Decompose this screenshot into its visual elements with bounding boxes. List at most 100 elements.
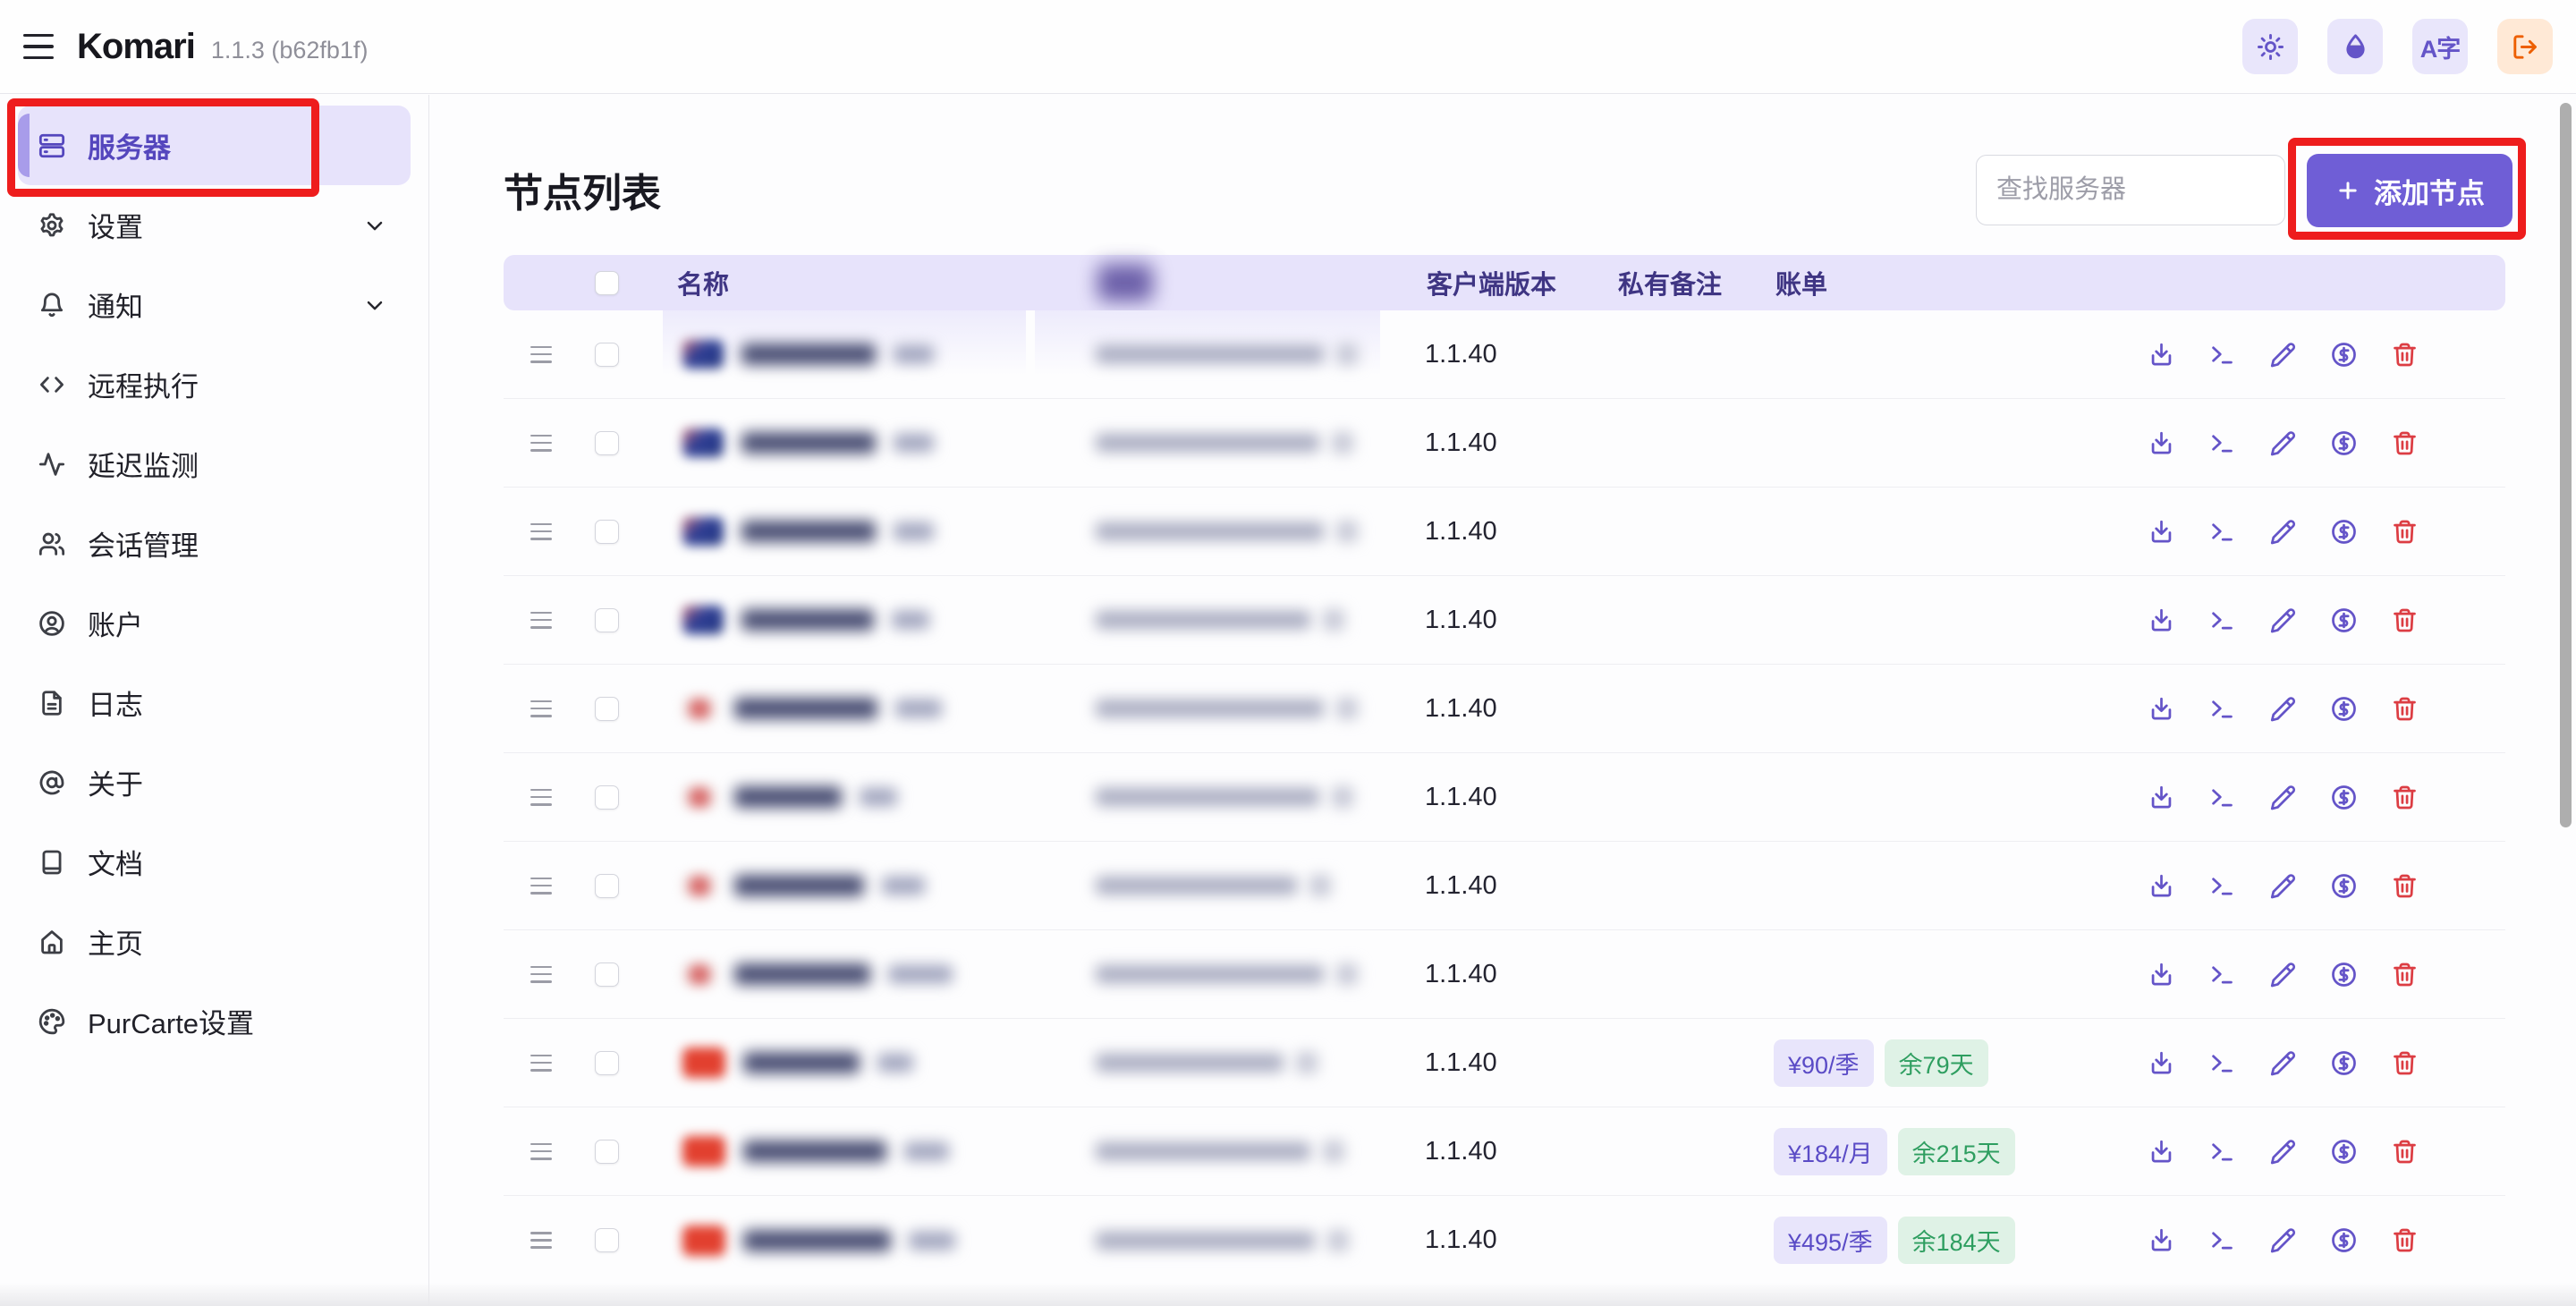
sidebar-item-7-file-text[interactable]: 日志 (18, 663, 411, 742)
billing-button[interactable] (2330, 1049, 2358, 1077)
theme-toggle-button[interactable] (2242, 19, 2298, 74)
row-checkbox[interactable] (595, 874, 619, 898)
download-node-button[interactable] (2148, 429, 2175, 457)
delete-node-button[interactable] (2391, 961, 2419, 988)
billing-button[interactable] (2330, 606, 2358, 634)
sidebar-item-1-settings[interactable]: 设置 (18, 185, 411, 265)
delete-node-button[interactable] (2391, 606, 2419, 634)
billing-button[interactable] (2330, 784, 2358, 811)
drag-handle[interactable] (530, 1143, 552, 1160)
row-checkbox[interactable] (595, 1140, 619, 1164)
sidebar-item-5-users[interactable]: 会话管理 (18, 504, 411, 583)
vertical-scrollbar[interactable] (2560, 103, 2572, 827)
add-node-button[interactable]: 添加节点 (2307, 154, 2512, 227)
drag-handle[interactable] (530, 789, 552, 806)
row-checkbox[interactable] (595, 520, 619, 544)
drag-handle[interactable] (530, 966, 552, 983)
delete-node-button[interactable] (2391, 341, 2419, 369)
drag-handle[interactable] (530, 878, 552, 895)
download-node-button[interactable] (2148, 784, 2175, 811)
drag-handle[interactable] (530, 346, 552, 363)
edit-node-button[interactable] (2269, 606, 2297, 634)
billing-button[interactable] (2330, 695, 2358, 723)
row-checkbox[interactable] (595, 608, 619, 632)
terminal-button[interactable] (2208, 695, 2236, 723)
billing-button[interactable] (2330, 1138, 2358, 1166)
hamburger-menu-icon[interactable] (23, 34, 54, 59)
edit-node-button[interactable] (2269, 518, 2297, 546)
drag-handle[interactable] (530, 1232, 552, 1249)
appearance-button[interactable] (2327, 19, 2383, 74)
billing-cell: ¥184/月 余215天 (1774, 1128, 2148, 1175)
edit-node-button[interactable] (2269, 1226, 2297, 1254)
billing-button[interactable] (2330, 341, 2358, 369)
delete-node-button[interactable] (2391, 518, 2419, 546)
delete-node-button[interactable] (2391, 429, 2419, 457)
row-checkbox[interactable] (595, 1051, 619, 1075)
edit-node-button[interactable] (2269, 429, 2297, 457)
terminal-button[interactable] (2208, 518, 2236, 546)
download-node-button[interactable] (2148, 872, 2175, 900)
download-node-button[interactable] (2148, 961, 2175, 988)
delete-node-button[interactable] (2391, 872, 2419, 900)
row-checkbox[interactable] (595, 697, 619, 721)
edit-node-button[interactable] (2269, 695, 2297, 723)
billing-button[interactable] (2330, 518, 2358, 546)
row-checkbox[interactable] (595, 963, 619, 987)
drag-handle[interactable] (530, 700, 552, 717)
language-button[interactable]: A字 (2412, 19, 2468, 74)
sidebar-item-8-at-sign[interactable]: 关于 (18, 742, 411, 822)
download-node-button[interactable] (2148, 1049, 2175, 1077)
sidebar-item-3-code[interactable]: 远程执行 (18, 344, 411, 424)
delete-node-button[interactable] (2391, 1138, 2419, 1166)
sidebar-item-11-palette[interactable]: PurCarte设置 (18, 981, 411, 1061)
terminal-button[interactable] (2208, 341, 2236, 369)
row-checkbox[interactable] (595, 431, 619, 455)
drag-handle[interactable] (530, 435, 552, 452)
delete-node-button[interactable] (2391, 1049, 2419, 1077)
edit-node-button[interactable] (2269, 1138, 2297, 1166)
download-node-button[interactable] (2148, 1226, 2175, 1254)
sidebar-item-9-book[interactable]: 文档 (18, 822, 411, 902)
node-ip-cell (1096, 609, 1425, 631)
terminal-button[interactable] (2208, 606, 2236, 634)
terminal-button[interactable] (2208, 429, 2236, 457)
select-all-checkbox[interactable] (595, 271, 619, 295)
download-node-button[interactable] (2148, 341, 2175, 369)
drag-handle[interactable] (530, 523, 552, 540)
billing-button[interactable] (2330, 1226, 2358, 1254)
sidebar-item-2-bell[interactable]: 通知 (18, 265, 411, 344)
terminal-button[interactable] (2208, 872, 2236, 900)
terminal-button[interactable] (2208, 1138, 2236, 1166)
sidebar-item-0-server[interactable]: 服务器 (18, 106, 411, 185)
row-checkbox[interactable] (595, 1228, 619, 1252)
download-node-button[interactable] (2148, 1138, 2175, 1166)
delete-node-button[interactable] (2391, 1226, 2419, 1254)
download-node-button[interactable] (2148, 695, 2175, 723)
terminal-button[interactable] (2208, 1226, 2236, 1254)
download-node-button[interactable] (2148, 606, 2175, 634)
edit-node-button[interactable] (2269, 341, 2297, 369)
sidebar-item-4-activity[interactable]: 延迟监测 (18, 424, 411, 504)
edit-node-button[interactable] (2269, 784, 2297, 811)
edit-node-button[interactable] (2269, 872, 2297, 900)
edit-node-button[interactable] (2269, 961, 2297, 988)
download-node-button[interactable] (2148, 518, 2175, 546)
search-input[interactable] (1976, 155, 2285, 225)
drag-handle[interactable] (530, 1055, 552, 1072)
billing-button[interactable] (2330, 872, 2358, 900)
sidebar-item-6-user-circle[interactable]: 账户 (18, 583, 411, 663)
sidebar-item-10-home[interactable]: 主页 (18, 902, 411, 981)
billing-button[interactable] (2330, 429, 2358, 457)
terminal-button[interactable] (2208, 1049, 2236, 1077)
edit-node-button[interactable] (2269, 1049, 2297, 1077)
terminal-button[interactable] (2208, 784, 2236, 811)
row-checkbox[interactable] (595, 343, 619, 367)
row-checkbox[interactable] (595, 785, 619, 810)
drag-handle[interactable] (530, 612, 552, 629)
delete-node-button[interactable] (2391, 695, 2419, 723)
delete-node-button[interactable] (2391, 784, 2419, 811)
terminal-button[interactable] (2208, 961, 2236, 988)
billing-button[interactable] (2330, 961, 2358, 988)
logout-button[interactable] (2497, 19, 2553, 74)
